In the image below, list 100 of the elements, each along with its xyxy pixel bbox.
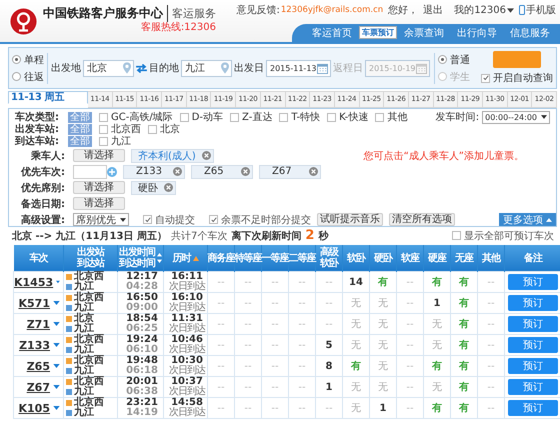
dropdown-arrow-icon[interactable] [120,218,126,222]
departure-station: 北京西 [74,335,104,345]
remove-icon[interactable] [164,183,173,192]
remove-icon[interactable] [309,167,318,176]
seat-cell: -- [208,376,234,398]
departure-station: 北京西 [74,398,104,408]
priority-select[interactable]: 席别优先 [73,213,129,226]
calendar-icon[interactable] [317,62,328,74]
dropdown-caret-icon[interactable] [507,8,514,12]
account-menu[interactable]: 我的12306 [454,3,506,17]
checkbox[interactable] [230,112,240,122]
collapse-arrow-icon[interactable] [546,218,552,222]
checkbox[interactable] [99,124,108,134]
date-tab[interactable]: 11-13 周五 [8,91,88,104]
seat-cell: -- [262,292,288,314]
seat-cell: 有 [424,356,450,376]
seat-cell: -- [478,292,504,314]
seat-cell: 无 [424,376,450,398]
date-field[interactable]: 2015-11-13 [266,60,331,76]
checkbox[interactable] [99,136,108,146]
dropdown-caret-icon[interactable] [53,406,60,410]
seat-cell: 有 [450,334,478,356]
remove-icon[interactable] [173,167,182,176]
column-header[interactable]: 出发时间 到达时间 [118,245,164,272]
dropdown-caret-icon[interactable] [53,343,60,347]
checkbox[interactable] [148,124,157,134]
seat-cell: -- [396,272,424,292]
remove-icon[interactable] [202,151,211,160]
seat-cell: -- [262,314,288,334]
checkbox-label: 北京 [160,122,180,136]
arrival-time: 06:25 [125,324,159,334]
column-header: 高级 软卧 [316,245,342,272]
checkbox[interactable] [481,74,490,82]
add-icon[interactable] [107,166,117,176]
seat-cell: -- [396,376,424,398]
checkbox[interactable] [99,112,108,122]
checkbox[interactable] [327,112,336,122]
nav-tab[interactable]: 出行向导 [451,26,503,42]
dropdown-arrow-icon[interactable] [541,115,547,119]
seat-cell: -- [396,356,424,376]
radio-button[interactable] [12,72,21,81]
seat-cell: -- [234,292,262,314]
seat-cell: -- [234,334,262,356]
seat-cell: 有 [450,272,478,292]
train-input[interactable] [73,164,107,178]
dropdown-caret-icon[interactable] [53,364,60,368]
seat-cell: -- [396,334,424,356]
nav-tab[interactable]: 客运首页 [306,26,358,42]
seat-cell: -- [288,356,316,376]
checkbox[interactable] [209,215,218,224]
nav-tab[interactable]: 信息服务 [504,26,556,42]
departure-station: 北京 [74,314,94,324]
dropdown-caret-icon[interactable] [56,280,60,284]
seat-cell: 无 [370,334,396,356]
dropdown-caret-icon[interactable] [53,385,60,389]
option-button[interactable]: 清空所有选项 [389,213,455,226]
option-button[interactable]: 试听提示音乐 [317,213,383,226]
route-text: 北京 --> 九江（11月13日 周五） [12,229,167,242]
seat-cell: 有 [450,356,478,376]
seat-cell: 无 [370,314,396,334]
to-field[interactable]: 九江 [181,60,232,76]
arrival-station: 九江 [74,303,94,313]
remove-icon[interactable] [241,167,250,176]
radio-button[interactable] [12,55,21,64]
checkbox[interactable] [452,231,461,240]
select-button[interactable]: 请选择 [73,149,125,162]
radio-button[interactable] [438,55,447,64]
destination-station-icon [66,389,72,395]
seat-cell: 14 [342,272,370,292]
column-header: 软座 [396,245,424,272]
select-button[interactable]: 请选择 [73,197,125,210]
arrival-note: 次日到达 [168,324,206,334]
dropdown-caret-icon[interactable] [53,301,60,305]
seat-cell: -- [396,292,424,314]
checkbox[interactable] [375,112,384,122]
nav-tab[interactable]: 车票预订 [359,26,397,39]
seat-cell: -- [316,398,342,418]
arrival-time: 09:00 [125,303,159,313]
checkbox[interactable] [180,112,189,122]
seat-cell: -- [478,334,504,356]
more-options-button[interactable]: 更多选项 [499,213,556,226]
column-header: 出发站 到达站 [64,245,118,272]
time-select[interactable]: 00:00--24:00 [482,110,550,124]
column-header: 车次 [14,245,64,272]
sort-icon[interactable] [192,256,198,260]
nav-tab[interactable]: 余票查询 [398,26,450,42]
column-header: 备注 [504,245,560,272]
select-button[interactable]: 请选择 [73,181,125,194]
origin-station-icon [66,295,72,301]
dropdown-caret-icon[interactable] [53,322,60,326]
swap-icon[interactable] [136,64,147,72]
checkbox[interactable] [143,215,152,224]
seat-cell: -- [478,356,504,376]
origin-station-icon [66,337,72,343]
from-field[interactable]: 北京 [83,60,134,76]
logout-link[interactable]: 退出 [423,3,444,17]
mobile-link[interactable]: 手机版 [526,3,556,17]
checkbox[interactable] [279,112,288,122]
seat-cell: -- [262,376,288,398]
radio-button[interactable] [438,72,447,81]
